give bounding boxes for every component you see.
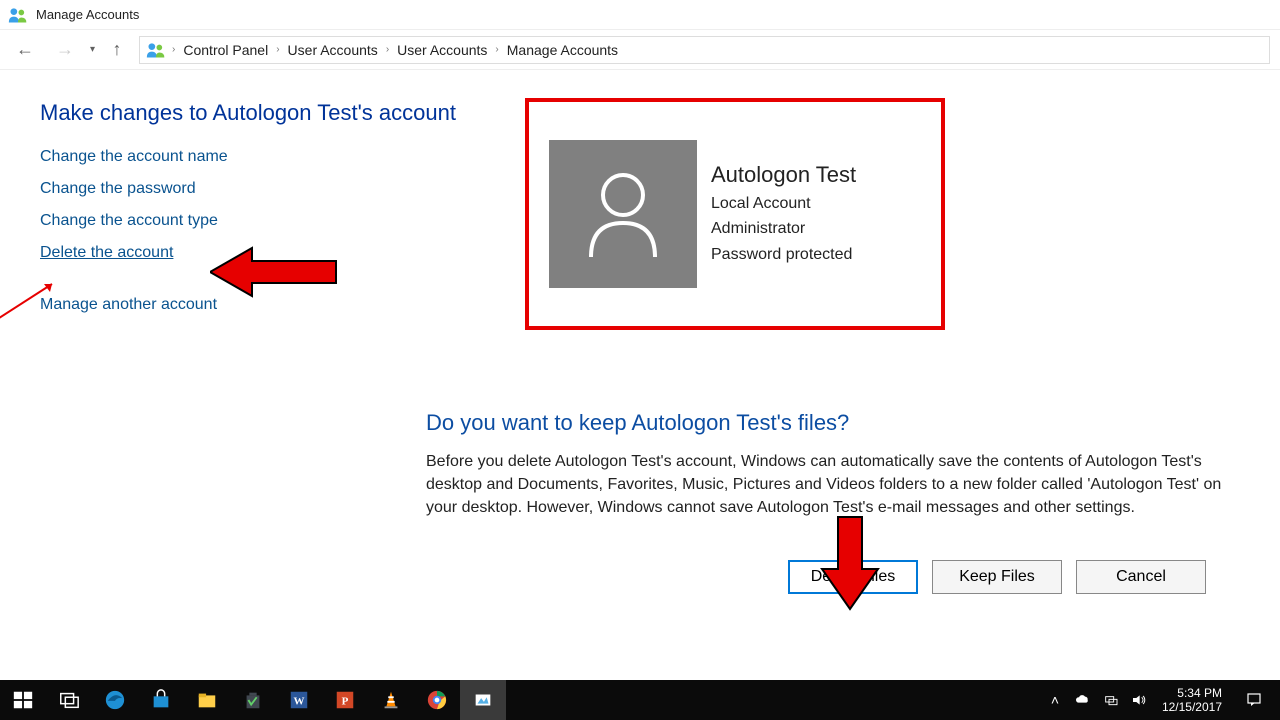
svg-text:P: P xyxy=(342,696,349,708)
window-title: Manage Accounts xyxy=(36,7,139,22)
store-icon[interactable] xyxy=(138,680,184,720)
tray-overflow-icon[interactable]: ˄ xyxy=(1044,680,1066,720)
recent-locations-dropdown[interactable]: ▾ xyxy=(90,44,95,55)
navigation-bar: ← → ▾ ↑ › Control Panel › User Accounts … xyxy=(0,30,1280,70)
address-bar[interactable]: › Control Panel › User Accounts › User A… xyxy=(139,36,1270,64)
link-change-account-name[interactable]: Change the account name xyxy=(40,148,228,166)
clock-date: 12/15/2017 xyxy=(1162,700,1222,714)
system-tray: ˄ 5:34 PM 12/15/2017 xyxy=(1044,680,1280,720)
chevron-right-icon[interactable]: › xyxy=(274,44,281,55)
annotation-arrow-left-icon xyxy=(210,246,340,298)
clock-time: 5:34 PM xyxy=(1162,686,1222,700)
chevron-right-icon[interactable]: › xyxy=(170,44,177,55)
annotation-arrow-diagonal-icon xyxy=(0,280,66,320)
delete-files-heading: Do you want to keep Autologon Test's fil… xyxy=(426,410,1246,436)
user-accounts-icon xyxy=(146,40,166,60)
file-explorer-icon[interactable] xyxy=(184,680,230,720)
user-accounts-icon xyxy=(8,5,28,25)
network-icon[interactable] xyxy=(1100,680,1122,720)
photos-icon[interactable] xyxy=(460,680,506,720)
link-manage-another-account[interactable]: Manage another account xyxy=(40,296,217,314)
chrome-icon[interactable] xyxy=(414,680,460,720)
vlc-icon[interactable] xyxy=(368,680,414,720)
svg-text:W: W xyxy=(294,696,305,708)
action-center-icon[interactable] xyxy=(1234,680,1274,720)
start-button[interactable] xyxy=(0,680,46,720)
chevron-right-icon[interactable]: › xyxy=(493,44,500,55)
recycle-bin-icon[interactable] xyxy=(230,680,276,720)
link-delete-account[interactable]: Delete the account xyxy=(40,244,173,262)
breadcrumb-user-accounts[interactable]: User Accounts xyxy=(286,42,380,58)
avatar xyxy=(549,140,697,288)
link-change-account-type[interactable]: Change the account type xyxy=(40,212,218,230)
account-card: Autologon Test Local Account Administrat… xyxy=(525,98,945,330)
account-protection: Password protected xyxy=(711,243,856,266)
taskbar-clock[interactable]: 5:34 PM 12/15/2017 xyxy=(1156,686,1228,715)
account-info: Autologon Test Local Account Administrat… xyxy=(711,162,856,266)
link-change-password[interactable]: Change the password xyxy=(40,180,196,198)
edge-icon[interactable] xyxy=(92,680,138,720)
breadcrumb-user-accounts-2[interactable]: User Accounts xyxy=(395,42,489,58)
back-button[interactable]: ← xyxy=(10,35,40,65)
taskbar: W P ˄ 5:34 PM 12/15/2017 xyxy=(0,680,1280,720)
account-name: Autologon Test xyxy=(711,162,856,188)
account-type: Local Account xyxy=(711,192,856,215)
annotation-arrow-down-icon xyxy=(820,515,880,611)
person-icon xyxy=(583,169,663,259)
delete-files-body: Before you delete Autologon Test's accou… xyxy=(426,450,1246,520)
onedrive-icon[interactable] xyxy=(1072,680,1094,720)
forward-button[interactable]: → xyxy=(50,35,80,65)
keep-files-button[interactable]: Keep Files xyxy=(932,560,1062,594)
up-button[interactable]: ↑ xyxy=(105,39,129,60)
breadcrumb-manage-accounts[interactable]: Manage Accounts xyxy=(505,42,620,58)
word-icon[interactable]: W xyxy=(276,680,322,720)
task-view-button[interactable] xyxy=(46,680,92,720)
cancel-button[interactable]: Cancel xyxy=(1076,560,1206,594)
account-role: Administrator xyxy=(711,217,856,240)
title-bar: Manage Accounts xyxy=(0,0,1280,30)
chevron-right-icon[interactable]: › xyxy=(384,44,391,55)
powerpoint-icon[interactable]: P xyxy=(322,680,368,720)
breadcrumb-control-panel[interactable]: Control Panel xyxy=(181,42,270,58)
content-area: Make changes to Autologon Test's account… xyxy=(0,70,1280,344)
volume-icon[interactable] xyxy=(1128,680,1150,720)
